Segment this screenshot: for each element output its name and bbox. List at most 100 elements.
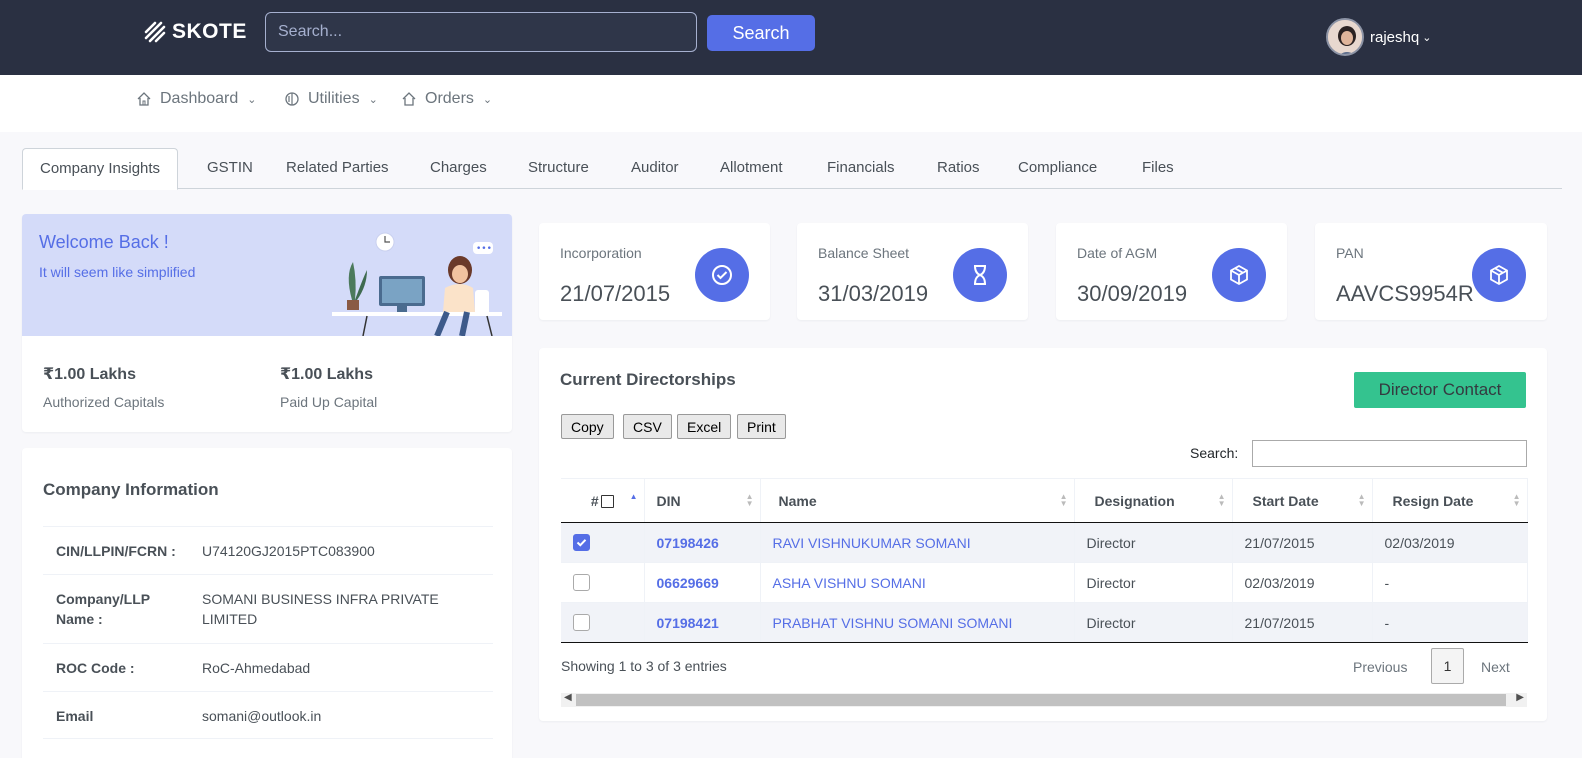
- column-resign-date[interactable]: Resign Date ▲ ▼: [1372, 478, 1528, 523]
- info-value: somani@outlook.in: [202, 708, 322, 724]
- table-info: Showing 1 to 3 of 3 entries: [561, 658, 727, 674]
- tab-bar: Company Insights GSTIN Related Parties C…: [22, 148, 1562, 190]
- din-link[interactable]: 07198426: [657, 535, 719, 551]
- stat-value: 21/07/2015: [560, 281, 671, 306]
- director-name-link[interactable]: ASHA VISHNU SOMANI: [773, 575, 926, 591]
- topbar: SKOTE Search rajeshq ⌄: [0, 0, 1582, 75]
- column-start-date[interactable]: Start Date ▲ ▼: [1232, 478, 1373, 523]
- tab-company-insights[interactable]: Company Insights: [22, 148, 179, 190]
- stat-card-pan: PAN AAVCS9954R: [1315, 223, 1547, 320]
- pagination-page[interactable]: 1: [1431, 648, 1464, 684]
- row-checkbox[interactable]: [573, 614, 590, 632]
- svg-text:•••: •••: [476, 244, 492, 254]
- chevron-down-icon: ⌄: [482, 93, 493, 106]
- paidup-capital-label: Paid Up Capital: [280, 394, 378, 410]
- tab-allotment[interactable]: Allotment: [720, 148, 783, 189]
- user-menu[interactable]: rajeshq ⌄: [1326, 18, 1431, 56]
- pagination-previous[interactable]: Previous: [1353, 659, 1407, 675]
- directorships-table: # ▲ DIN ▲ ▼ Name ▲ ▼ Designation ▲ ▼ Start Date…: [561, 478, 1528, 643]
- authorized-capital-label: Authorized Capitals: [43, 394, 165, 410]
- table-row[interactable]: 07198421 PRABHAT VISHNU SOMANI SOMANI Di…: [561, 602, 1528, 643]
- din-link[interactable]: 06629669: [657, 575, 719, 591]
- nav-dashboard[interactable]: Dashboard ⌄: [136, 90, 257, 108]
- stat-card-balance-sheet: Balance Sheet 31/03/2019: [797, 223, 1028, 320]
- copy-button[interactable]: Copy: [561, 414, 614, 439]
- table-header-row: # ▲ DIN ▲ ▼ Name ▲ ▼ Designation ▲ ▼ Start Date…: [561, 478, 1528, 523]
- scrollbar-thumb[interactable]: [576, 694, 1506, 706]
- logo[interactable]: SKOTE: [144, 20, 247, 44]
- logo-icon: [144, 21, 166, 43]
- nav-utilities[interactable]: Utilities ⌄: [284, 90, 378, 108]
- nav-orders-label: Orders: [425, 90, 474, 107]
- tab-auditor[interactable]: Auditor: [631, 148, 679, 189]
- main-nav: Dashboard ⌄ Utilities ⌄ Orders ⌄: [0, 75, 1582, 132]
- csv-button[interactable]: CSV: [623, 414, 672, 439]
- scroll-left-icon[interactable]: ◀: [564, 692, 572, 703]
- excel-button[interactable]: Excel: [677, 414, 732, 439]
- sort-icon: ▲ ▼: [745, 492, 754, 508]
- din-link[interactable]: 07198421: [657, 615, 719, 631]
- hourglass-icon: [953, 248, 1007, 302]
- search-input[interactable]: [265, 12, 697, 52]
- info-row: Company/LLP Name : SOMANI BUSINESS INFRA…: [43, 574, 493, 644]
- director-contact-button[interactable]: Director Contact: [1354, 372, 1526, 408]
- welcome-card: Welcome Back ! It will seem like simplif…: [22, 214, 512, 432]
- company-info-title: Company Information: [43, 480, 219, 499]
- nav-orders[interactable]: Orders ⌄: [401, 90, 492, 108]
- column-din[interactable]: DIN ▲ ▼: [644, 478, 761, 523]
- info-value: U74120GJ2015PTC083900: [202, 543, 375, 559]
- scroll-right-icon[interactable]: ▶: [1516, 692, 1524, 703]
- horizontal-scrollbar[interactable]: ◀ ▶: [561, 692, 1527, 707]
- tab-charges[interactable]: Charges: [430, 148, 487, 189]
- tab-ratios[interactable]: Ratios: [937, 148, 980, 189]
- nav-utilities-label: Utilities: [308, 90, 360, 107]
- column-designation[interactable]: Designation ▲ ▼: [1074, 478, 1233, 523]
- designation-cell: Director: [1074, 562, 1233, 603]
- info-key: Company/LLP Name :: [56, 591, 150, 627]
- designation-cell: Director: [1074, 602, 1233, 643]
- start-date-cell: 21/07/2015: [1232, 602, 1373, 643]
- director-name-link[interactable]: RAVI VISHNUKUMAR SOMANI: [773, 535, 971, 551]
- sort-up-icon: ▲: [629, 492, 638, 501]
- row-checkbox[interactable]: [573, 534, 590, 552]
- tab-compliance[interactable]: Compliance: [1018, 148, 1097, 189]
- cube-icon: [1212, 248, 1266, 302]
- info-row: CIN/LLPIN/FCRN : U74120GJ2015PTC083900: [43, 526, 493, 574]
- chevron-down-icon: ⌄: [247, 93, 257, 106]
- stat-label: Date of AGM: [1077, 245, 1158, 261]
- table-row[interactable]: 06629669 ASHA VISHNU SOMANI Director 02/…: [561, 562, 1528, 603]
- sort-icon: ▲ ▼: [1357, 492, 1366, 508]
- table-search-input[interactable]: [1252, 440, 1527, 467]
- tab-financials[interactable]: Financials: [827, 148, 895, 189]
- paidup-capital-value: ₹1.00 Lakhs: [280, 366, 373, 383]
- chevron-down-icon: ⌄: [1422, 31, 1432, 44]
- username: rajeshq: [1370, 28, 1420, 46]
- tab-structure[interactable]: Structure: [528, 148, 589, 189]
- check-circle-icon: [695, 248, 749, 302]
- row-checkbox[interactable]: [573, 574, 590, 592]
- table-row[interactable]: 07198426 RAVI VISHNUKUMAR SOMANI Directo…: [561, 522, 1528, 563]
- info-key: CIN/LLPIN/FCRN :: [56, 543, 176, 559]
- tab-related-parties[interactable]: Related Parties: [286, 148, 389, 189]
- column-select[interactable]: # ▲: [561, 478, 645, 523]
- print-button[interactable]: Print: [737, 414, 786, 439]
- sort-icon: ▲ ▼: [1059, 492, 1068, 508]
- stat-label: PAN: [1336, 245, 1364, 261]
- directorships-title: Current Directorships: [560, 370, 736, 389]
- welcome-subtitle: It will seem like simplified: [39, 264, 196, 280]
- resign-date-cell: -: [1372, 562, 1528, 603]
- stat-label: Balance Sheet: [818, 245, 910, 261]
- stat-card-agm: Date of AGM 30/09/2019: [1056, 223, 1287, 320]
- select-all-checkbox[interactable]: [600, 495, 614, 509]
- nav-dashboard-label: Dashboard: [160, 90, 239, 107]
- cube-icon: [1472, 248, 1526, 302]
- column-name[interactable]: Name ▲ ▼: [760, 478, 1075, 523]
- info-key: Email: [56, 708, 94, 724]
- tab-files[interactable]: Files: [1142, 148, 1174, 189]
- sort-icon: ▲ ▼: [1217, 492, 1226, 508]
- company-info-card: Company Information CIN/LLPIN/FCRN : U74…: [22, 448, 512, 758]
- tab-gstin[interactable]: GSTIN: [207, 148, 253, 189]
- search-button[interactable]: Search: [707, 15, 815, 51]
- pagination-next[interactable]: Next: [1481, 659, 1510, 675]
- director-name-link[interactable]: PRABHAT VISHNU SOMANI SOMANI: [773, 615, 1013, 631]
